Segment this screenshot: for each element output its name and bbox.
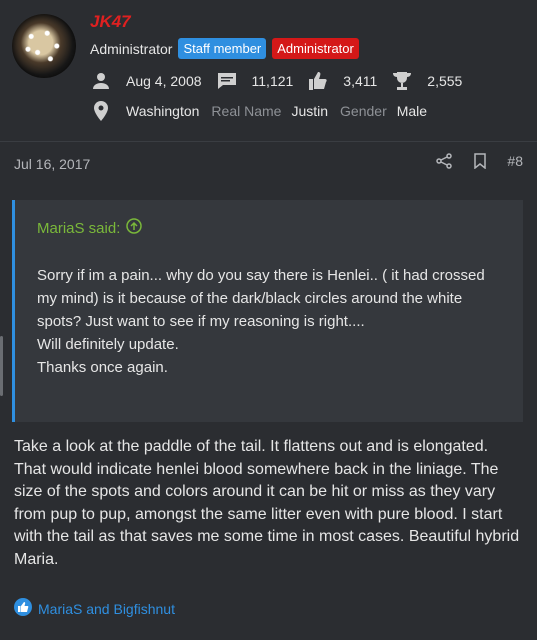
quote-body: Sorry if im a pain... why do you say the… bbox=[37, 264, 507, 379]
location[interactable]: Washington bbox=[126, 103, 199, 119]
post-actions: #8 bbox=[435, 152, 523, 170]
bookmark-icon[interactable] bbox=[471, 152, 489, 170]
arrow-up-circle-icon[interactable] bbox=[126, 218, 143, 238]
user-details: Washington Real Name Justin Gender Male bbox=[90, 100, 439, 122]
staff-badge: Staff member bbox=[178, 38, 267, 59]
user-info: JK47 Administrator Staff member Administ… bbox=[0, 0, 537, 140]
user-stats: Aug 4, 2008 11,121 3,411 2,555 bbox=[90, 70, 476, 92]
post-date[interactable]: Jul 16, 2017 bbox=[14, 156, 90, 172]
user-title: Administrator bbox=[90, 40, 173, 57]
avatar[interactable] bbox=[12, 14, 76, 78]
quote-line: Sorry if im a pain... why do you say the… bbox=[37, 267, 485, 330]
user-icon bbox=[90, 70, 112, 92]
reaction-score: 3,411 bbox=[343, 73, 378, 89]
post-number[interactable]: #8 bbox=[507, 153, 523, 169]
quote-block: MariaS said: Sorry if im a pain... why d… bbox=[12, 200, 523, 422]
reactions-bar[interactable]: MariaS and Bigfishnut bbox=[14, 598, 175, 619]
gender: Male bbox=[396, 103, 428, 119]
real-name-label: Real Name bbox=[211, 103, 282, 119]
gender-label: Gender bbox=[340, 103, 387, 119]
thumbs-up-icon bbox=[307, 70, 329, 92]
joined-date: Aug 4, 2008 bbox=[126, 73, 202, 89]
like-reaction-icon bbox=[14, 598, 32, 619]
reactions-text[interactable]: MariaS and Bigfishnut bbox=[38, 601, 175, 617]
message-count: 11,121 bbox=[251, 73, 294, 89]
location-pin-icon bbox=[90, 100, 112, 122]
quote-line: Will definitely update. bbox=[37, 336, 179, 353]
user-title-row: Administrator Staff member Administrator bbox=[90, 38, 359, 59]
trophy-icon bbox=[391, 70, 413, 92]
post-message: Take a look at the paddle of the tail. I… bbox=[14, 438, 520, 568]
quote-line: Thanks once again. bbox=[37, 359, 168, 376]
quote-author[interactable]: MariaS said: bbox=[37, 220, 120, 237]
admin-badge: Administrator bbox=[272, 38, 359, 59]
real-name: Justin bbox=[291, 103, 329, 119]
scrollbar[interactable] bbox=[0, 336, 3, 396]
message-icon bbox=[216, 70, 238, 92]
username[interactable]: JK47 bbox=[90, 12, 131, 32]
divider bbox=[0, 141, 537, 142]
share-icon[interactable] bbox=[435, 152, 453, 170]
trophy-points: 2,555 bbox=[427, 73, 463, 89]
quote-header[interactable]: MariaS said: bbox=[37, 218, 143, 238]
